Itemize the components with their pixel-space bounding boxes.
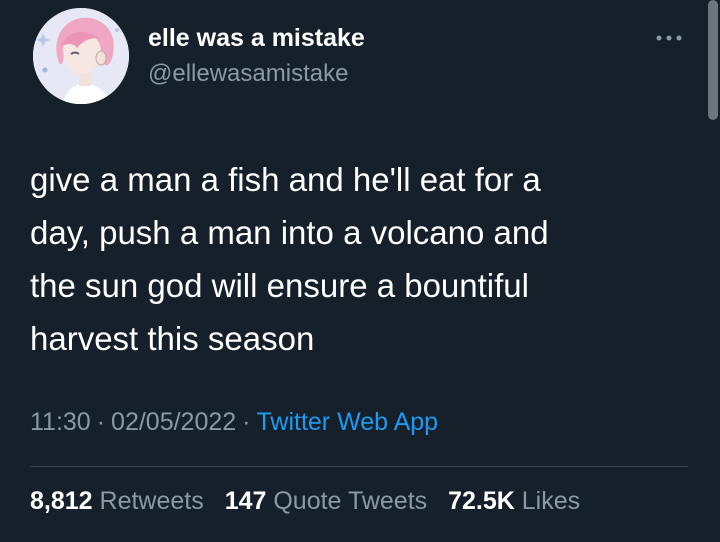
avatar-illustration bbox=[33, 8, 129, 104]
more-horizontal-icon[interactable] bbox=[654, 30, 684, 41]
tweet-stats: 8,812 Retweets 147 Quote Tweets 72.5K Li… bbox=[30, 487, 594, 516]
retweets-label: Retweets bbox=[99, 487, 204, 515]
tweet-time[interactable]: 11:30 bbox=[30, 408, 91, 436]
tweet-card: elle was a mistake @ellewasamistake give… bbox=[0, 0, 720, 542]
tweet-source-link[interactable]: Twitter Web App bbox=[257, 408, 439, 436]
author-handle[interactable]: @ellewasamistake bbox=[148, 60, 348, 88]
retweets-count: 8,812 bbox=[30, 487, 93, 515]
quote-tweets-stat[interactable]: 147 Quote Tweets bbox=[225, 487, 427, 516]
likes-count: 72.5K bbox=[448, 487, 515, 515]
likes-stat[interactable]: 72.5K Likes bbox=[448, 487, 580, 516]
scrollbar-thumb[interactable] bbox=[708, 0, 718, 120]
likes-label: Likes bbox=[521, 487, 581, 515]
avatar[interactable] bbox=[33, 8, 129, 104]
meta-separator: · bbox=[242, 408, 251, 436]
quote-tweets-count: 147 bbox=[224, 487, 267, 515]
divider bbox=[30, 466, 688, 467]
meta-separator: · bbox=[96, 408, 106, 436]
retweets-stat[interactable]: 8,812 Retweets bbox=[30, 487, 204, 516]
tweet-text: give a man a fish and he'll eat for a da… bbox=[30, 161, 549, 357]
author-display-name[interactable]: elle was a mistake bbox=[148, 24, 365, 53]
tweet-meta: 11:30 · 02/05/2022 · Twitter Web App bbox=[30, 408, 438, 437]
tweet-date[interactable]: 02/05/2022 bbox=[111, 408, 236, 436]
quote-tweets-label: Quote Tweets bbox=[273, 487, 428, 515]
